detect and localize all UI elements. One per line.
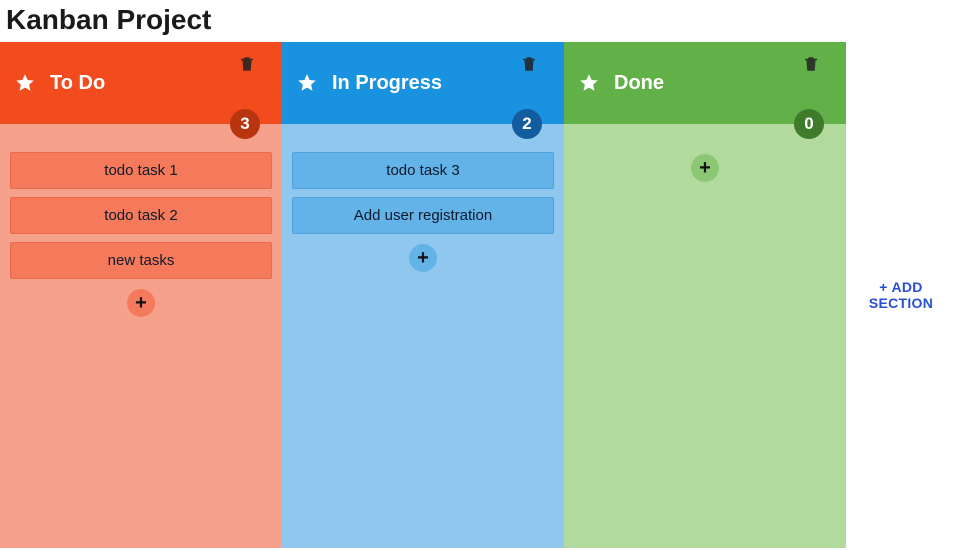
column-done-header: Done 0 (564, 42, 846, 124)
page-title: Kanban Project (0, 0, 956, 42)
star-icon (578, 72, 600, 94)
column-todo-body: todo task 1 todo task 2 new tasks + (0, 124, 282, 548)
column-todo: To Do 3 todo task 1 todo task 2 new task… (0, 42, 282, 548)
trash-icon[interactable] (520, 54, 538, 79)
kanban-board: To Do 3 todo task 1 todo task 2 new task… (0, 42, 956, 548)
add-task-button[interactable]: + (127, 289, 155, 317)
column-in-progress: In Progress 2 todo task 3 Add user regis… (282, 42, 564, 548)
column-todo-title: To Do (50, 72, 105, 95)
column-done: Done 0 + (564, 42, 846, 548)
task-card[interactable]: todo task 3 (292, 152, 554, 189)
column-done-count: 0 (794, 109, 824, 139)
task-card[interactable]: Add user registration (292, 197, 554, 234)
task-card[interactable]: new tasks (10, 242, 272, 279)
column-in-progress-title: In Progress (332, 72, 442, 95)
column-todo-count: 3 (230, 109, 260, 139)
star-icon (14, 72, 36, 94)
trash-icon[interactable] (238, 54, 256, 79)
add-section-button[interactable]: + ADD SECTION (846, 42, 956, 548)
column-in-progress-count: 2 (512, 109, 542, 139)
trash-icon[interactable] (802, 54, 820, 79)
task-card[interactable]: todo task 1 (10, 152, 272, 189)
column-done-title: Done (614, 72, 664, 95)
column-todo-header: To Do 3 (0, 42, 282, 124)
column-in-progress-body: todo task 3 Add user registration + (282, 124, 564, 548)
column-done-body: + (564, 124, 846, 548)
star-icon (296, 72, 318, 94)
column-in-progress-header: In Progress 2 (282, 42, 564, 124)
add-task-button[interactable]: + (691, 154, 719, 182)
add-task-button[interactable]: + (409, 244, 437, 272)
task-card[interactable]: todo task 2 (10, 197, 272, 234)
